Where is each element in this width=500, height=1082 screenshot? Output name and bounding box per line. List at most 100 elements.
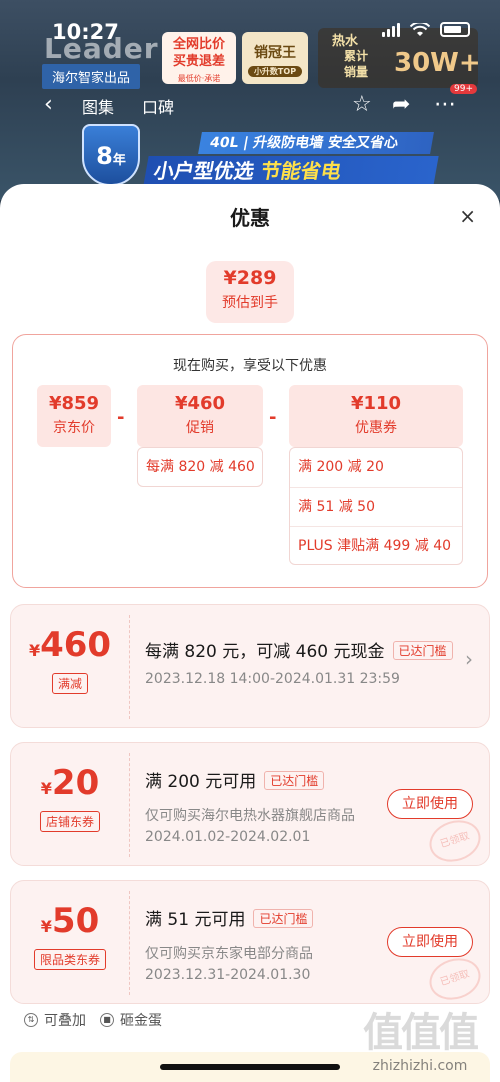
coupon-detail-item: 满 51 减 50 <box>290 487 462 526</box>
offer-date: 2023.12.18 14:00-2024.01.31 23:59 <box>145 671 400 687</box>
share-icon[interactable]: ➦ <box>392 92 410 117</box>
offer-type-tag: 限品类东券 <box>33 949 107 970</box>
offer-description: 仅可购买京东家电部分商品 <box>145 946 313 962</box>
legend-label: 砸金蛋 <box>120 1013 162 1029</box>
currency-symbol: ¥ <box>40 779 52 798</box>
favorite-icon[interactable]: ☆ <box>352 92 372 117</box>
watermark-url: zhizhizhi.com <box>372 1058 468 1074</box>
estimated-label: 预估到手 <box>222 295 278 311</box>
warranty-shield: 8年 <box>82 124 140 186</box>
coupon-label: 优惠券 <box>355 420 397 436</box>
promo-label: 促销 <box>186 420 214 436</box>
threshold-reached-badge: 已达门槛 <box>392 641 453 660</box>
offer-amount: ¥20 <box>11 763 129 803</box>
estimated-price: ¥289 <box>223 267 277 289</box>
offer-amount: ¥50 <box>11 901 129 941</box>
offer-title-text: 满 200 元可用 <box>145 772 257 792</box>
offer-amount-block: ¥50 限品类东券 <box>11 881 129 1003</box>
offer-date: 2023.12.31-2024.01.30 <box>145 967 311 983</box>
chevron-right-icon[interactable]: › <box>465 647 473 671</box>
breakdown-heading: 现在购买，享受以下优惠 <box>173 358 327 374</box>
sheet-title: 优惠 <box>230 206 270 230</box>
offer-title: 满 51 元可用 已达门槛 <box>145 905 314 930</box>
coupon-detail-item: PLUS 津贴满 499 减 40 <box>290 526 462 565</box>
offer-card-store-coupon: ¥20 店铺东券 满 200 元可用 已达门槛 仅可购买海尔电热水器旗舰店商品 2… <box>10 742 490 869</box>
use-now-button[interactable]: 立即使用 <box>387 927 473 957</box>
price-breakdown: 现在购买，享受以下优惠 ¥859 京东价 - ¥460 促销 - ¥110 优惠… <box>12 334 488 588</box>
legend-golden-egg: ■ 砸金蛋 <box>100 1010 162 1030</box>
claimed-stamp: 已领取 <box>424 813 486 869</box>
product-nav: ‹ 图集 口碑 ☆ ➦ ⋯ 99+ <box>0 84 500 120</box>
coupon-pill: ¥110 优惠券 <box>289 385 463 447</box>
offer-type-tag: 店铺东券 <box>39 811 101 832</box>
slogan-a: 小户型优选 <box>151 159 264 183</box>
threshold-reached-badge: 已达门槛 <box>264 771 325 790</box>
promo-value: ¥460 <box>174 393 226 414</box>
offer-description: 仅可购买海尔电热水器旗舰店商品 <box>145 808 355 824</box>
jd-price-label: 京东价 <box>53 420 95 436</box>
watermark: 值值值 zhizhizhi.com <box>350 1000 490 1074</box>
coupon-value: ¥110 <box>350 393 402 414</box>
promo-detail-item: 每满 820 减 460 <box>146 459 255 475</box>
warranty-unit: 年 <box>112 153 126 168</box>
legend-stackable: ⇅ 可叠加 <box>24 1010 86 1030</box>
status-icons <box>382 22 470 37</box>
wifi-icon <box>410 22 430 36</box>
dashed-divider <box>129 891 130 995</box>
home-indicator <box>160 1064 340 1070</box>
offer-amount-value: 50 <box>51 901 100 941</box>
currency-symbol: ¥ <box>40 917 52 936</box>
minus-sign: - <box>269 407 277 428</box>
tab-gallery[interactable]: 图集 <box>82 94 114 118</box>
battery-icon <box>440 22 470 37</box>
champion-sub: 小升数TOP <box>248 66 302 77</box>
dashed-divider <box>129 615 130 719</box>
offer-title-text: 每满 820 元，可减 460 元现金 <box>145 642 385 662</box>
warranty-years: 8 <box>96 142 113 170</box>
back-icon[interactable]: ‹ <box>44 92 53 117</box>
stack-icon: ⇅ <box>24 1013 38 1027</box>
jd-price-value: ¥859 <box>48 393 100 414</box>
offer-amount-block: ¥20 店铺东券 <box>11 743 129 865</box>
legend-label: 可叠加 <box>44 1013 86 1029</box>
offer-card-category-coupon: ¥50 限品类东券 满 51 元可用 已达门槛 仅可购买京东家电部分商品 2023… <box>10 880 490 1007</box>
promo-pill: ¥460 促销 <box>137 385 263 447</box>
offer-type-tag: 满减 <box>51 673 89 694</box>
minus-sign: - <box>117 407 125 428</box>
status-bar: 10:27 <box>0 0 500 64</box>
coupon-detail-item: 满 200 减 20 <box>298 459 384 475</box>
use-now-button[interactable]: 立即使用 <box>387 789 473 819</box>
offer-date: 2024.01.02-2024.02.01 <box>145 829 311 845</box>
egg-icon: ■ <box>100 1013 114 1027</box>
status-time: 10:27 <box>52 20 119 44</box>
promo-detail-list: 每满 820 减 460 <box>137 447 263 487</box>
tab-reviews[interactable]: 口碑 <box>142 94 174 118</box>
watermark-logo: 值值值 <box>363 1010 479 1056</box>
jd-price-pill: ¥859 京东价 <box>37 385 111 447</box>
slogan-banner: 小户型优选 节能省电 <box>143 156 439 186</box>
spec-banner: 40L | 升级防电墙 安全又省心 <box>198 132 434 154</box>
offer-title: 满 200 元可用 已达门槛 <box>145 767 325 792</box>
currency-symbol: ¥ <box>28 641 41 660</box>
dashed-divider <box>129 753 130 857</box>
coupon-detail-list: 满 200 减 20 满 51 减 50 PLUS 津贴满 499 减 40 <box>289 447 463 565</box>
offer-amount-value: 20 <box>51 763 100 803</box>
message-count-badge: 99+ <box>450 84 477 94</box>
discount-sheet: 优惠 × ¥289 预估到手 现在购买，享受以下优惠 ¥859 京东价 - ¥4… <box>0 184 500 1082</box>
offer-title-text: 满 51 元可用 <box>145 910 246 930</box>
offer-amount-value: 460 <box>40 625 112 665</box>
offer-card-full-reduction[interactable]: ¥460 满减 每满 820 元，可减 460 元现金 已达门槛 2023.12.… <box>10 604 490 728</box>
estimated-price-box: ¥289 预估到手 <box>206 261 294 323</box>
threshold-reached-badge: 已达门槛 <box>253 909 314 928</box>
offer-title: 每满 820 元，可减 460 元现金 已达门槛 <box>145 637 453 662</box>
brand-subtitle: 海尔智家出品 <box>42 64 141 89</box>
signal-icon <box>382 22 400 37</box>
slogan-b: 节能省电 <box>258 159 344 183</box>
offer-amount-block: ¥460 满减 <box>11 605 129 727</box>
close-icon[interactable]: × <box>459 204 476 228</box>
offer-legend: ⇅ 可叠加 ■ 砸金蛋 <box>24 1010 162 1030</box>
claimed-stamp: 已领取 <box>424 951 486 1007</box>
price-compare-sub: 最低价·承诺 <box>177 74 221 83</box>
more-icon[interactable]: ⋯ <box>434 92 456 117</box>
offer-amount: ¥460 <box>11 625 129 665</box>
